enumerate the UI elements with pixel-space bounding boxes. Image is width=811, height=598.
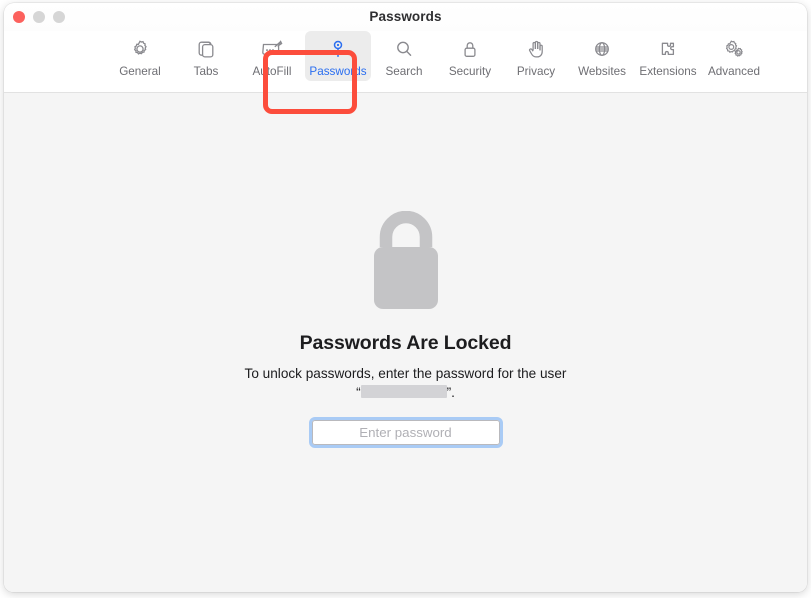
toolbar-item-label: Tabs bbox=[193, 65, 219, 78]
locked-padlock-icon bbox=[364, 211, 448, 311]
key-icon bbox=[326, 36, 350, 62]
preferences-window: Passwords General Tabs AutoFill Password… bbox=[4, 3, 807, 592]
passwords-locked-panel: Passwords Are Locked To unlock passwords… bbox=[4, 93, 807, 592]
double-gear-icon bbox=[721, 36, 747, 62]
toolbar-item-autofill[interactable]: AutoFill bbox=[239, 31, 305, 81]
toolbar-item-label: AutoFill bbox=[252, 65, 292, 78]
autofill-icon bbox=[259, 36, 285, 62]
toolbar-item-label: Websites bbox=[578, 65, 626, 78]
instructions-suffix: ”. bbox=[446, 385, 455, 400]
toolbar-item-label: Advanced bbox=[708, 65, 760, 78]
toolbar-item-privacy[interactable]: Privacy bbox=[503, 31, 569, 81]
toolbar-item-advanced[interactable]: Advanced bbox=[701, 31, 767, 81]
toolbar-item-search[interactable]: Search bbox=[371, 31, 437, 81]
toolbar-item-label: Extensions bbox=[639, 65, 697, 78]
gear-icon bbox=[128, 36, 152, 62]
puzzle-icon bbox=[656, 36, 680, 62]
toolbar-item-label: Search bbox=[385, 65, 423, 78]
redacted-username bbox=[360, 385, 447, 398]
page-title: Passwords Are Locked bbox=[299, 332, 512, 354]
screenshot-root: Passwords General Tabs AutoFill Password… bbox=[0, 0, 811, 598]
password-field-wrapper bbox=[308, 417, 503, 448]
toolbar-item-label: Security bbox=[448, 65, 492, 78]
toolbar-item-label: Passwords bbox=[309, 65, 367, 78]
toolbar-item-label: General bbox=[119, 65, 161, 78]
preferences-toolbar: General Tabs AutoFill Passwords Search S… bbox=[4, 31, 807, 114]
toolbar-item-list: General Tabs AutoFill Passwords Search S… bbox=[107, 31, 767, 92]
window-titlebar: Passwords bbox=[4, 3, 807, 31]
toolbar-item-extensions[interactable]: Extensions bbox=[635, 31, 701, 81]
hand-icon bbox=[524, 36, 548, 62]
unlock-instructions: To unlock passwords, enter the password … bbox=[241, 364, 571, 402]
toolbar-item-passwords[interactable]: Passwords bbox=[305, 31, 371, 81]
magnifier-icon bbox=[392, 36, 416, 62]
toolbar-item-general[interactable]: General bbox=[107, 31, 173, 81]
toolbar-item-security[interactable]: Security bbox=[437, 31, 503, 81]
padlock-icon bbox=[458, 36, 482, 62]
password-input[interactable] bbox=[311, 420, 500, 445]
instructions-line1: To unlock passwords, enter the password … bbox=[244, 366, 514, 381]
toolbar-item-tabs[interactable]: Tabs bbox=[173, 31, 239, 81]
globe-icon bbox=[590, 36, 614, 62]
toolbar-item-label: Privacy bbox=[516, 65, 556, 78]
tabs-icon bbox=[194, 36, 218, 62]
window-title: Passwords bbox=[369, 9, 442, 24]
toolbar-item-websites[interactable]: Websites bbox=[569, 31, 635, 81]
